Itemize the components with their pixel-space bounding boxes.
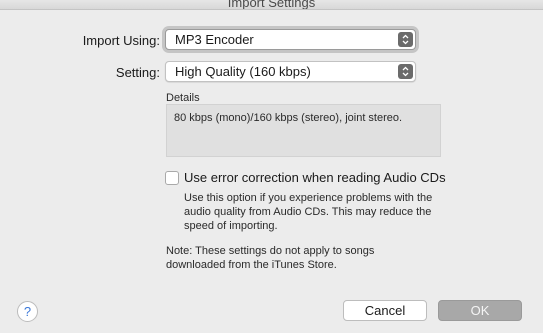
details-box: 80 kbps (mono)/160 kbps (stereo), joint … (166, 104, 441, 157)
details-label: Details (166, 92, 200, 104)
import-using-label: Import Using: (82, 33, 160, 48)
help-line: audio quality from Audio CDs. This may r… (184, 206, 432, 218)
help-line: speed of importing. (184, 220, 278, 232)
help-line: Use this option if you experience proble… (184, 192, 433, 204)
setting-popup[interactable]: High Quality (160 kbps) (165, 61, 416, 82)
import-using-value: MP3 Encoder (175, 32, 254, 47)
details-text: 80 kbps (mono)/160 kbps (stereo), joint … (174, 112, 403, 124)
setting-value: High Quality (160 kbps) (175, 64, 311, 79)
ok-button[interactable]: OK (438, 300, 522, 321)
window-title: Import Settings (227, 0, 316, 10)
error-correction-help: Use this option if you experience proble… (184, 191, 474, 233)
error-correction-checkbox[interactable] (165, 171, 179, 185)
up-down-arrows-icon (398, 32, 413, 47)
title-bar: Import Settings (0, 0, 543, 10)
itunes-store-note: Note: These settings do not apply to son… (166, 244, 466, 272)
setting-label: Setting: (115, 65, 160, 80)
up-down-arrows-icon (398, 64, 413, 79)
cancel-button[interactable]: Cancel (343, 300, 427, 321)
help-button[interactable]: ? (17, 301, 38, 322)
note-line: Note: These settings do not apply to son… (166, 245, 375, 257)
import-using-popup[interactable]: MP3 Encoder (165, 29, 416, 50)
error-correction-label[interactable]: Use error correction when reading Audio … (184, 170, 446, 185)
note-line: downloaded from the iTunes Store. (166, 259, 337, 271)
